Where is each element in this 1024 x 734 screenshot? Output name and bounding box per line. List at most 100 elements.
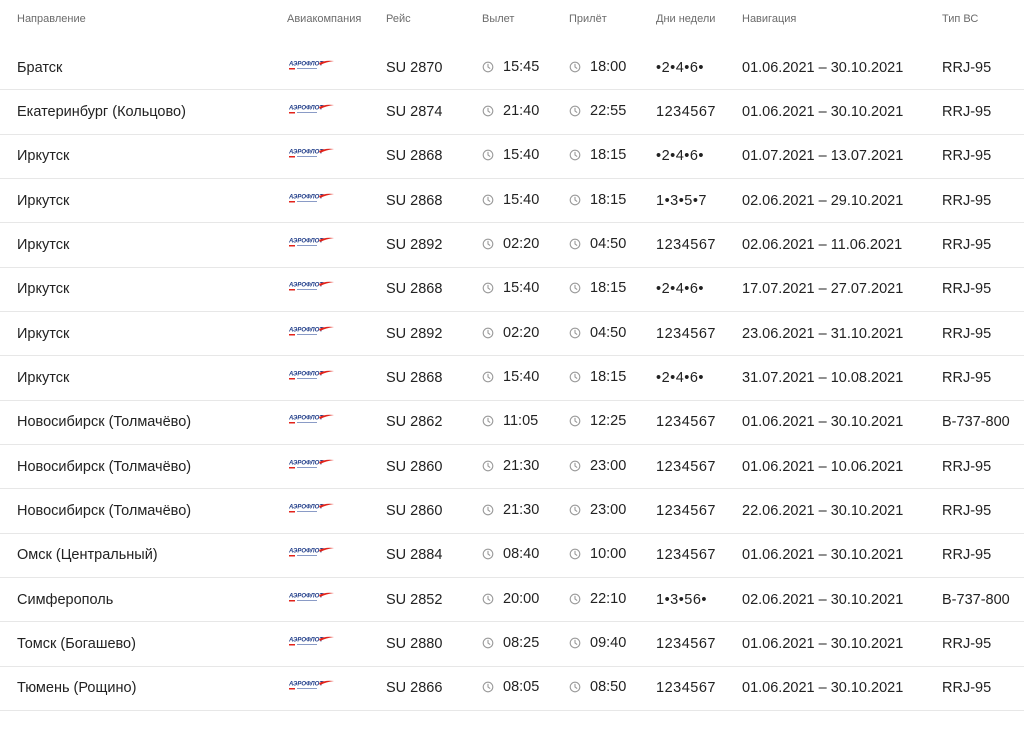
flight-number-cell: SU 2880: [386, 635, 443, 652]
column-header-airline[interactable]: Авиакомпания: [287, 13, 361, 25]
svg-text:АЭРОФЛОТ: АЭРОФЛОТ: [289, 283, 324, 289]
table-row[interactable]: Новосибирск (Толмачёво) АЭРОФЛОТ SU 2860…: [0, 445, 1024, 490]
aircraft-type-cell: RRJ-95: [942, 148, 992, 165]
clock-icon: [482, 371, 494, 383]
table-row[interactable]: Омск (Центральный) АЭРОФЛОТ SU 2884 08:4…: [0, 534, 1024, 578]
aeroflot-logo-icon: АЭРОФЛОТ: [289, 636, 334, 646]
svg-text:АЭРОФЛОТ: АЭРОФЛОТ: [289, 682, 324, 688]
destination-cell: Симферополь: [17, 591, 114, 608]
clock-icon: [482, 637, 494, 649]
flight-number-cell: SU 2868: [386, 369, 443, 386]
arrival-cell: 18:15: [569, 280, 626, 298]
destination-cell: Тюмень (Рощино): [17, 680, 137, 697]
svg-text:АЭРОФЛОТ: АЭРОФЛОТ: [289, 371, 324, 377]
arrival-time: 10:00: [590, 546, 627, 563]
table-row[interactable]: Иркутск АЭРОФЛОТ SU 2868 15:40: [0, 179, 1024, 224]
departure-time: 11:05: [503, 413, 539, 430]
departure-cell: 20:00: [482, 591, 539, 609]
navigation-period-cell: 01.06.2021 – 30.10.2021: [742, 103, 904, 120]
departure-cell: 08:05: [482, 679, 539, 697]
svg-text:АЭРОФЛОТ: АЭРОФЛОТ: [289, 150, 324, 156]
airline-cell: АЭРОФЛОТ: [289, 591, 335, 609]
aircraft-type-cell: RRJ-95: [942, 502, 992, 519]
destination-cell: Омск (Центральный): [17, 547, 158, 564]
destination-cell: Томск (Богашево): [17, 635, 136, 652]
aircraft-type-cell: RRJ-95: [942, 192, 992, 209]
aeroflot-logo-icon: АЭРОФЛОТ: [289, 104, 334, 114]
flight-number-cell: SU 2892: [386, 236, 443, 253]
table-row[interactable]: Иркутск АЭРОФЛОТ SU 2868 15:40: [0, 356, 1024, 401]
table-body: Братск АЭРОФЛОТ SU 2870 15:45 18:00 •2•4…: [0, 46, 1024, 711]
destination-cell: Екатеринбург (Кольцово): [17, 103, 186, 120]
arrival-cell: 10:00: [569, 546, 626, 564]
column-header-weekdays[interactable]: Дни недели: [656, 13, 715, 25]
airline-cell: АЭРОФЛОТ: [289, 147, 335, 165]
weekdays-cell: •2•4•6•: [656, 281, 704, 298]
table-row[interactable]: Симферополь АЭРОФЛОТ SU 2852 20:00 22:10…: [0, 578, 1024, 623]
arrival-time: 18:15: [590, 147, 627, 164]
weekdays-cell: 1234567: [656, 680, 716, 697]
column-header-flight[interactable]: Рейс: [386, 13, 411, 25]
weekdays-cell: 1234567: [656, 325, 716, 342]
arrival-cell: 23:00: [569, 458, 626, 476]
departure-cell: 21:30: [482, 458, 539, 476]
navigation-period-cell: 02.06.2021 – 30.10.2021: [742, 591, 904, 608]
navigation-period-cell: 23.06.2021 – 31.10.2021: [742, 325, 904, 342]
svg-text:АЭРОФЛОТ: АЭРОФЛОТ: [289, 327, 324, 333]
aeroflot-logo-icon: АЭРОФЛОТ: [289, 282, 334, 291]
column-header-navigation[interactable]: Навигация: [742, 13, 796, 25]
clock-icon: [569, 149, 581, 161]
navigation-period-cell: 02.06.2021 – 29.10.2021: [742, 192, 904, 209]
departure-time: 21:30: [503, 457, 540, 474]
column-header-aircraft[interactable]: Тип ВС: [942, 13, 978, 25]
table-row[interactable]: Екатеринбург (Кольцово) АЭРОФЛОТ SU 2874…: [0, 90, 1024, 135]
destination-cell: Иркутск: [17, 148, 70, 165]
clock-icon: [482, 238, 494, 250]
flight-number-cell: SU 2868: [386, 148, 443, 165]
column-header-arrival[interactable]: Прилёт: [569, 13, 607, 25]
column-header-departure[interactable]: Вылет: [482, 13, 514, 25]
airline-cell: АЭРОФЛОТ: [289, 635, 335, 653]
aircraft-type-cell: RRJ-95: [942, 635, 992, 652]
arrival-cell: 18:00: [569, 59, 626, 77]
table-row[interactable]: Иркутск АЭРОФЛОТ SU 2868 15:40: [0, 268, 1024, 312]
arrival-cell: 22:10: [569, 591, 626, 609]
table-row[interactable]: Новосибирск (Толмачёво) АЭРОФЛОТ SU 2862…: [0, 401, 1024, 445]
table-row[interactable]: Иркутск АЭРОФЛОТ SU 2868 15:40: [0, 135, 1024, 179]
aircraft-type-cell: RRJ-95: [942, 547, 992, 564]
aeroflot-logo-icon: АЭРОФЛОТ: [289, 149, 334, 158]
aircraft-type-cell: RRJ-95: [942, 281, 992, 298]
arrival-cell: 12:25: [569, 413, 626, 431]
weekdays-cell: 1234567: [656, 236, 716, 253]
departure-cell: 21:30: [482, 502, 539, 520]
aeroflot-logo-icon: АЭРОФЛОТ: [289, 681, 334, 690]
table-row[interactable]: Тюмень (Рощино) АЭРОФЛОТ SU 2866 08:05 0…: [0, 667, 1024, 711]
departure-cell: 08:40: [482, 546, 539, 564]
departure-cell: 15:40: [482, 147, 539, 165]
arrival-cell: 04:50: [569, 325, 626, 343]
navigation-period-cell: 01.06.2021 – 30.10.2021: [742, 680, 904, 697]
table-row[interactable]: Новосибирск (Толмачёво) АЭРОФЛОТ SU 2860…: [0, 489, 1024, 534]
clock-icon: [482, 593, 494, 604]
weekdays-cell: 1234567: [656, 414, 716, 431]
departure-cell: 15:40: [482, 280, 539, 298]
departure-cell: 15:40: [482, 192, 539, 210]
destination-cell: Иркутск: [17, 236, 70, 253]
svg-text:АЭРОФЛОТ: АЭРОФЛОТ: [289, 637, 324, 643]
column-header-destination[interactable]: Направление: [17, 13, 86, 25]
table-row[interactable]: Иркутск АЭРОФЛОТ SU 2892 02:20 04:50 123…: [0, 312, 1024, 357]
table-row[interactable]: Братск АЭРОФЛОТ SU 2870 15:45 18:00 •2•4…: [0, 46, 1024, 91]
departure-cell: 08:25: [482, 635, 539, 653]
arrival-cell: 22:55: [569, 103, 626, 121]
departure-cell: 21:40: [482, 103, 539, 121]
clock-icon: [569, 637, 581, 649]
table-row[interactable]: Томск (Богашево) АЭРОФЛОТ SU 2880 08:25: [0, 622, 1024, 667]
table-row[interactable]: Иркутск АЭРОФЛОТ SU 2892 02:20 04:50 123…: [0, 223, 1024, 268]
weekdays-cell: •2•4•6•: [656, 59, 704, 76]
weekdays-cell: 1•3•56•: [656, 591, 707, 608]
aeroflot-logo-icon: АЭРОФЛОТ: [289, 592, 334, 602]
clock-icon: [482, 149, 494, 161]
navigation-period-cell: 22.06.2021 – 30.10.2021: [742, 502, 904, 519]
destination-cell: Новосибирск (Толмачёво): [17, 458, 192, 475]
aircraft-type-cell: RRJ-95: [942, 458, 992, 475]
